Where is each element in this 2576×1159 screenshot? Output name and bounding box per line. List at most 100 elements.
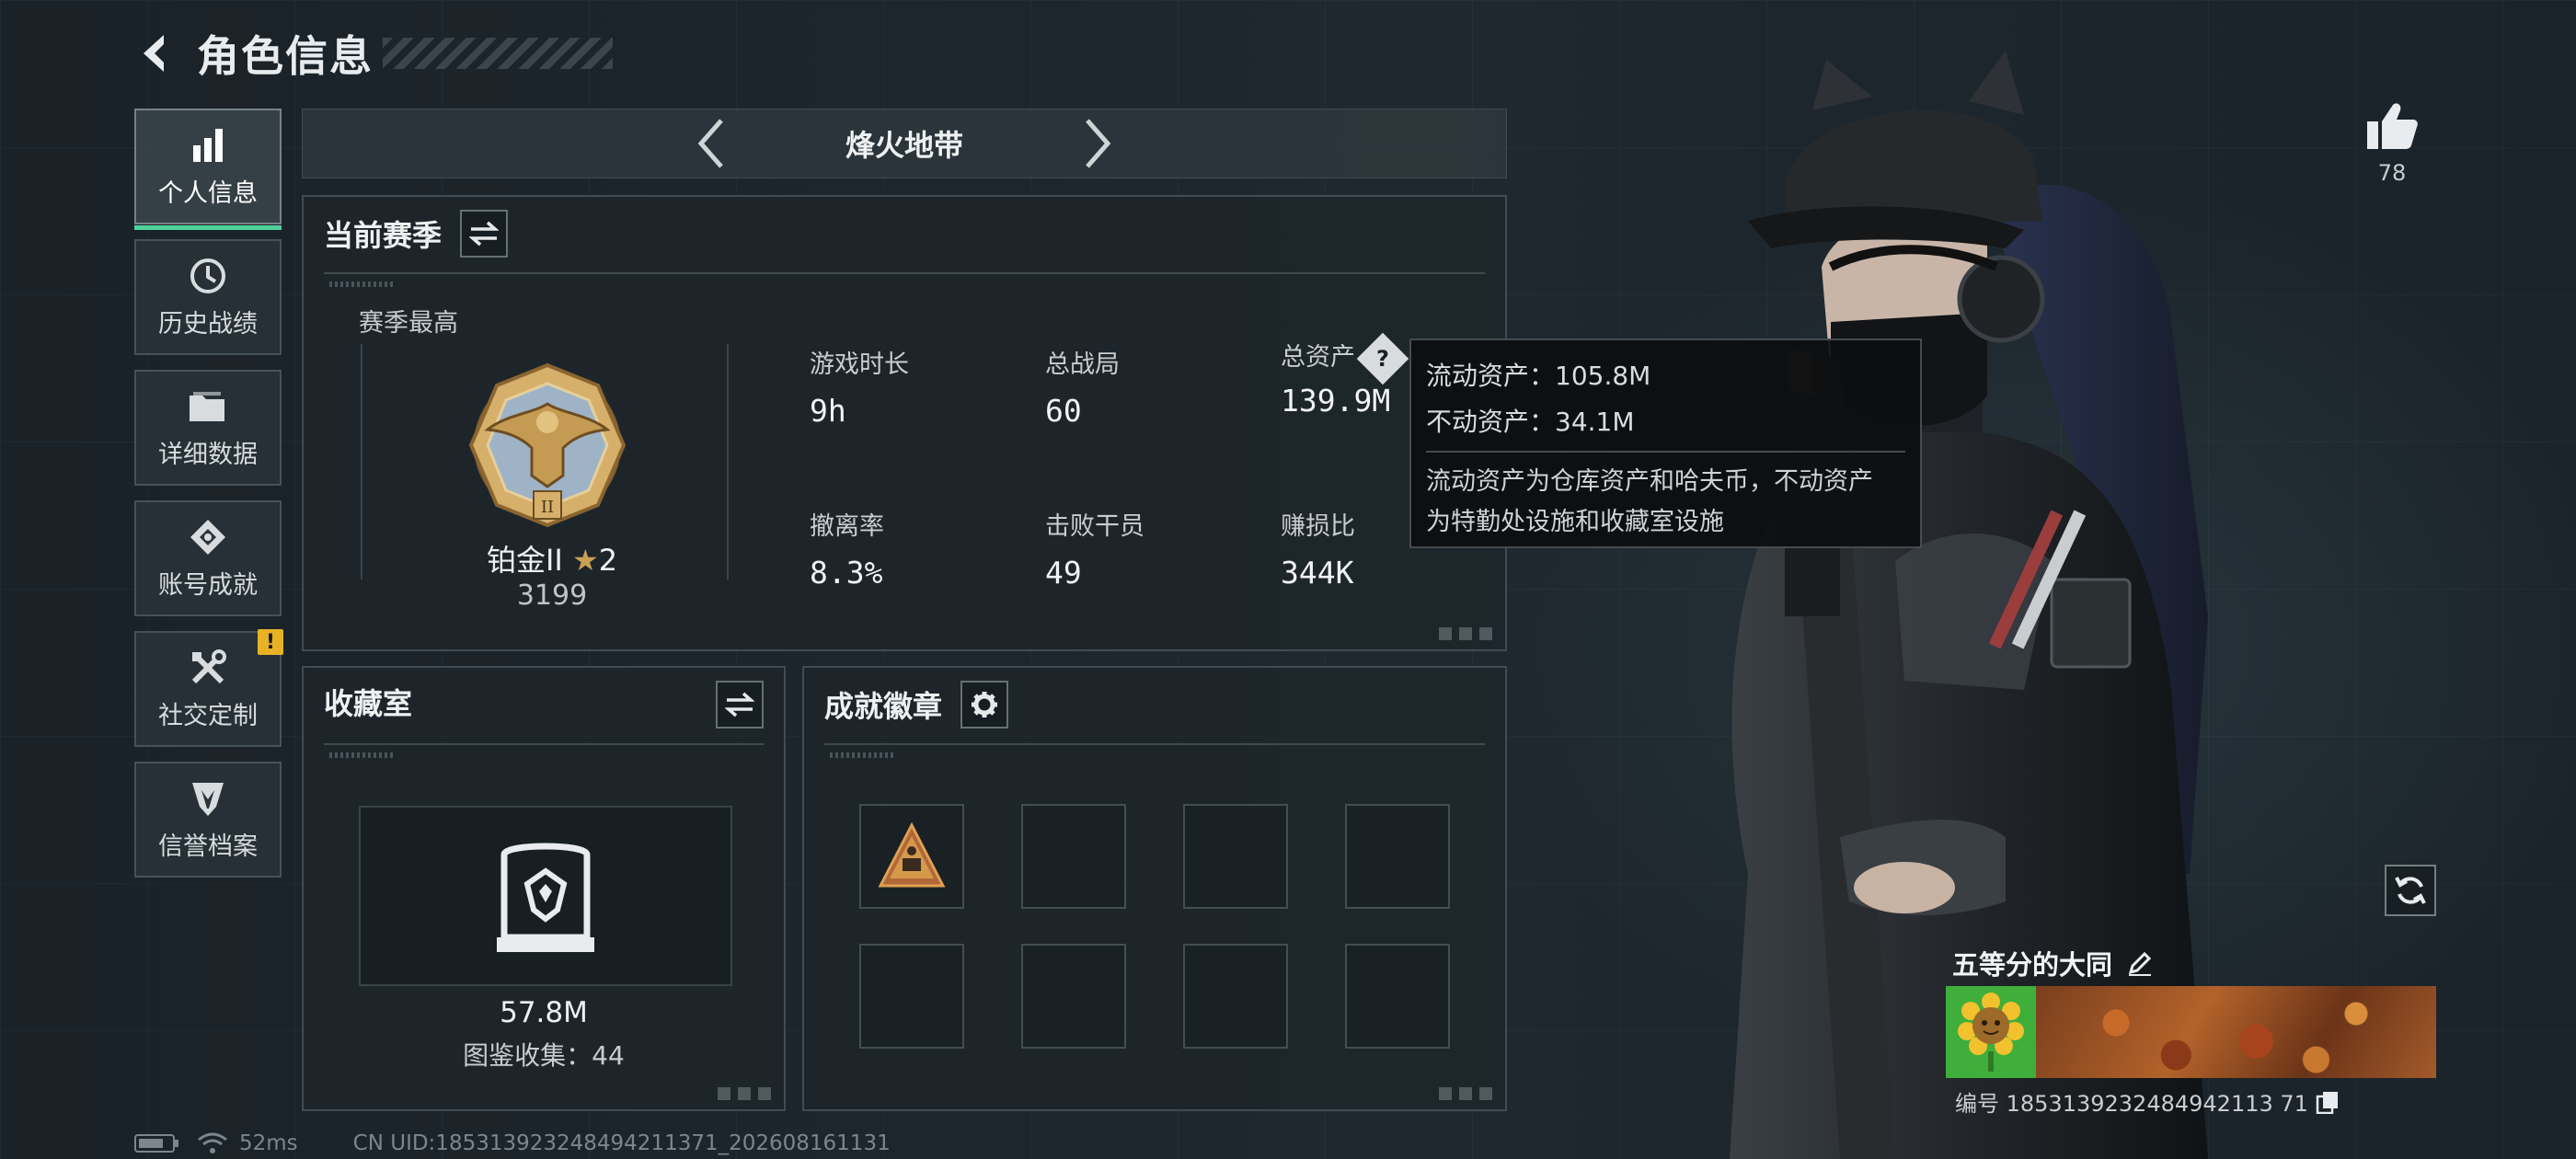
chevron-left-icon <box>697 119 723 168</box>
badge-slot-4[interactable] <box>1345 804 1450 909</box>
player-id: 编号 1853139232484942113 71 <box>1955 1091 2308 1117</box>
season-switch-button[interactable] <box>460 210 509 258</box>
pencil-icon <box>2128 951 2152 976</box>
sunflower-avatar-icon <box>1958 993 2024 1072</box>
badge-slot-6[interactable] <box>1021 944 1126 1049</box>
achievement-icon <box>188 517 228 557</box>
rank-name-line: 铂金II ★2 <box>414 537 690 580</box>
help-glyph: ? <box>1376 345 1389 372</box>
stat-label-text: 总资产 <box>1281 343 1355 372</box>
edit-name-button[interactable] <box>2127 950 2153 976</box>
copy-id-button[interactable] <box>2316 1090 2340 1114</box>
stat-value: 344K <box>1281 555 1354 591</box>
rank-score: 3199 <box>516 580 588 612</box>
corner-decoration <box>718 1087 773 1100</box>
history-icon <box>188 256 228 296</box>
badge-slot-3[interactable] <box>1183 804 1288 909</box>
sidebar-item-details[interactable]: 详细数据 <box>134 370 282 486</box>
badges-header: 成就徽章 <box>824 681 1009 729</box>
sidebar-item-social[interactable]: ! 社交定制 <box>134 629 283 747</box>
back-button[interactable] <box>129 26 184 81</box>
stat-total-assets: 总资产? 139.9M <box>1281 332 1409 419</box>
stat-label: 赚损比 <box>1281 512 1355 541</box>
stat-label: 游戏时长 <box>810 350 909 379</box>
divider-detail <box>329 752 394 758</box>
assets-tooltip: 流动资产：105.8M 不动资产：34.1M 流动资产为仓库资产和哈夫币，不动资… <box>1409 339 1922 548</box>
stat-value: 9h <box>810 393 846 429</box>
season-best-label: 赛季最高 <box>359 309 458 338</box>
page-title: 角色信息 <box>197 31 374 81</box>
like-button[interactable]: 78 <box>2360 101 2424 186</box>
shield-icon <box>188 778 228 819</box>
stat-extract-rate: 撤离率 8.3% <box>810 506 884 591</box>
battery-icon <box>134 1134 178 1153</box>
banner-art <box>2036 986 2436 1078</box>
collection-switch-button[interactable] <box>716 681 764 729</box>
swap-icon <box>469 221 500 247</box>
sidebar-item-reputation[interactable]: 信誉档案 <box>134 762 282 878</box>
badge-slot-7[interactable] <box>1183 944 1288 1049</box>
corner-decoration <box>1439 627 1494 640</box>
thumbs-up-icon <box>2367 103 2418 149</box>
svg-text:II: II <box>541 498 554 517</box>
pyramid-badge-icon <box>878 821 946 888</box>
sidebar: 个人信息 历史战绩 详细数据 账号成就 ! 社交定制 信誉档案 <box>134 109 283 892</box>
folder-icon <box>188 386 228 427</box>
rank-medal-icon: II <box>468 362 627 528</box>
collection-showcase[interactable] <box>359 806 732 986</box>
sidebar-item-label: 社交定制 <box>158 701 258 730</box>
sidebar-item-profile[interactable]: 个人信息 <box>134 109 282 230</box>
sidebar-item-label: 历史战绩 <box>158 309 258 339</box>
swap-icon <box>725 692 754 717</box>
divider-detail <box>329 281 394 287</box>
back-arrow-icon <box>144 35 164 72</box>
stat-label: 总资产? <box>1281 332 1409 384</box>
stat-value: 49 <box>1045 555 1082 591</box>
badge-slot-5[interactable] <box>859 944 964 1049</box>
stat-label: 撤离率 <box>810 512 884 541</box>
collection-header: 收藏室 <box>324 681 412 723</box>
badge-slot-8[interactable] <box>1345 944 1450 1049</box>
divider <box>824 743 1485 745</box>
stat-profit-ratio: 赚损比 344K <box>1281 506 1355 591</box>
rank-name: 铂金II <box>486 543 563 578</box>
mode-next-button[interactable] <box>1070 116 1125 171</box>
mode-name: 烽火地带 <box>845 128 963 163</box>
badge-slot-1[interactable] <box>859 804 964 909</box>
season-title: 当前赛季 <box>324 218 443 253</box>
tooltip-divider <box>1426 451 1905 453</box>
badge-slot-2[interactable] <box>1021 804 1126 909</box>
sidebar-item-achievements[interactable]: 账号成就 <box>134 500 282 616</box>
like-count: 78 <box>2377 160 2407 186</box>
badges-title: 成就徽章 <box>824 689 943 724</box>
refresh-icon <box>2395 877 2426 904</box>
tooltip-liquid-assets: 流动资产：105.8M <box>1426 361 1651 391</box>
divider <box>324 743 764 745</box>
copy-icon <box>2316 1091 2338 1114</box>
stat-value: 139.9M <box>1281 382 1391 419</box>
tooltip-description-2: 为特勤处设施和收藏室设施 <box>1426 508 1724 536</box>
star-icon: ★ <box>572 543 599 578</box>
sidebar-item-label: 个人信息 <box>158 178 258 208</box>
mode-prev-button[interactable] <box>684 116 739 171</box>
rank-stars: 2 <box>598 543 618 578</box>
sidebar-item-history[interactable]: 历史战绩 <box>134 239 282 355</box>
mode-selector: 烽火地带 <box>302 109 1507 178</box>
player-name-line: 五等分的大同 <box>1952 944 2153 982</box>
player-banner[interactable] <box>1946 986 2436 1078</box>
stat-value: 60 <box>1045 393 1082 429</box>
tooltip-description-1: 流动资产为仓库资产和哈夫币，不动资产 <box>1426 467 1873 496</box>
latency: 52ms <box>239 1131 298 1155</box>
stat-label: 总战局 <box>1045 350 1120 379</box>
help-icon[interactable]: ? <box>1356 332 1409 384</box>
stat-label: 击败干员 <box>1045 512 1144 541</box>
refresh-button[interactable] <box>2385 865 2436 916</box>
gear-icon <box>972 692 998 717</box>
stat-kills: 击败干员 49 <box>1045 506 1144 591</box>
player-name: 五等分的大同 <box>1952 949 2113 981</box>
player-id-line: 编号 1853139232484942113 71 <box>1955 1085 2340 1118</box>
chevron-right-icon <box>1086 119 1111 168</box>
badges-settings-button[interactable] <box>960 681 1009 729</box>
stat-value: 8.3% <box>810 555 883 591</box>
tooltip-fixed-assets: 不动资产：34.1M <box>1426 407 1635 437</box>
